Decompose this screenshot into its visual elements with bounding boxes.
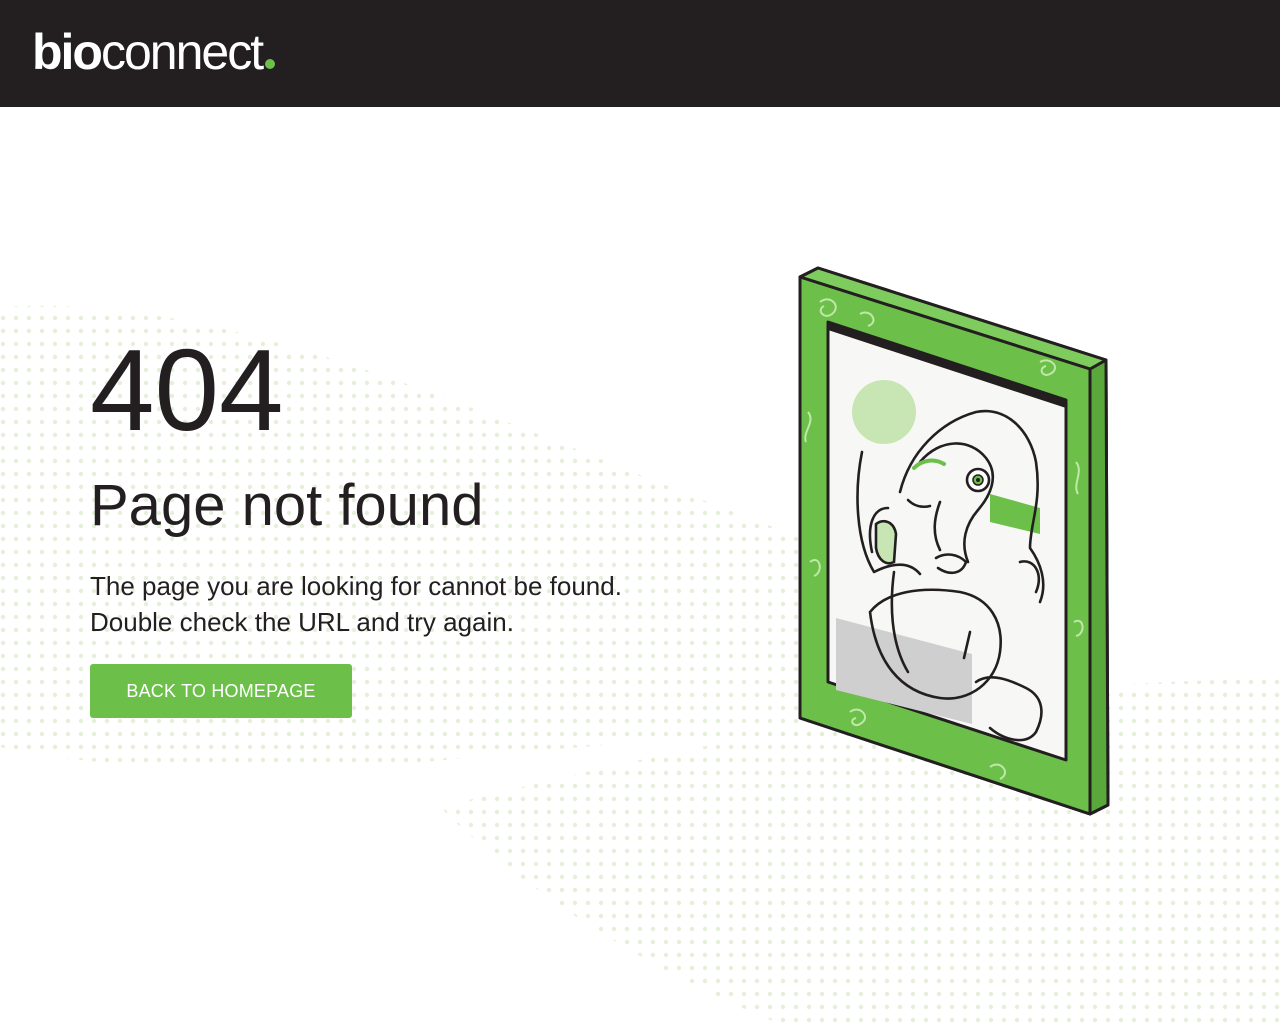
error-content: 404 Page not found The page you are look…: [90, 325, 770, 718]
error-message: The page you are looking for cannot be f…: [90, 568, 770, 640]
error-message-line-2: Double check the URL and try again.: [90, 607, 514, 637]
error-message-line-1: The page you are looking for cannot be f…: [90, 571, 622, 601]
framed-portrait-illustration-icon: [790, 262, 1120, 822]
logo-dot-icon: [265, 59, 276, 69]
error-title: Page not found: [90, 473, 484, 538]
site-header: bioconnect: [0, 0, 1280, 107]
error-code: 404: [90, 325, 284, 455]
logo-bio-text: bio: [32, 24, 103, 80]
bioconnect-logo[interactable]: bioconnect: [32, 22, 276, 82]
back-to-homepage-button[interactable]: BACK TO HOMEPAGE: [90, 664, 352, 718]
logo-connect-text: connect: [100, 24, 264, 80]
